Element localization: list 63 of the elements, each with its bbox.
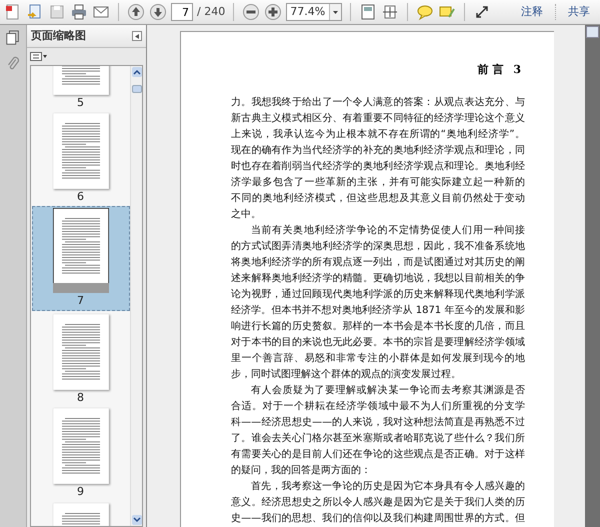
text-line: 步，同时试图理解这个群体的观点的演变发展过程。 — [231, 368, 462, 382]
text-line: 新古典主义模式相区分、有着重要不同特征的经济学理论这个意义 — [231, 112, 525, 126]
page-total: / 240 — [197, 4, 226, 20]
text-line: 里一个善言辞、易怒和非常专注的小群体是如何发展到现今的地 — [231, 352, 525, 366]
text-line: 力。我想我终于给出了一个令人满意的答案：从观点表达充分、与 — [231, 96, 525, 110]
scrollbar[interactable] — [130, 66, 142, 526]
text-line: 济学最多包含了一些革新的主张，并有可能实际建立起一种新的 — [231, 176, 525, 190]
scroll-up-icon[interactable] — [132, 67, 142, 77]
text-line: 意义。经济思想史之所以令人感兴趣是因为它是关于我们人类的历 — [231, 496, 525, 510]
text-line: 史——我们的思想、我们的信仰以及我们构建周围世界的方式。但 — [231, 512, 525, 526]
text-line: 经济学。但本书并不想对奥地利经济学从 1871 年至今的发展和影 — [231, 304, 525, 318]
options-button[interactable] — [30, 52, 47, 61]
thumbnail-page-number: 9 — [77, 485, 84, 499]
text-line: 时也存在着削弱当代经济学的奥地利经济学观点和理论。奥地利经 — [231, 160, 525, 174]
arrow-down-icon[interactable] — [149, 3, 167, 21]
panel-title: 页面缩略图 — [31, 28, 87, 44]
collapse-panel-button[interactable] — [132, 31, 142, 41]
text-line: 论为视野，通过回顾现代奥地利学派的历史来解释现代奥地利学派 — [231, 288, 525, 302]
text-line: 合适。对于一个耕耘在经济学领域中最不为人们所重视的分支学 — [231, 400, 525, 414]
thumbnail-lower-part — [52, 283, 108, 293]
text-line: 之中。 — [231, 208, 262, 222]
text-line: 响进行长篇的历史赘叙。那样的一本书会是本书长度的几倍，而且 — [231, 320, 525, 334]
caret-icon — [333, 10, 338, 14]
comment-icon[interactable] — [416, 3, 434, 21]
page-number-field[interactable]: 7 — [171, 3, 193, 21]
toolbar-text-button[interactable]: 共享 — [562, 4, 596, 20]
text-line: 的疑问，我的回答是两方面的： — [231, 464, 372, 478]
thumbnail-page-number: 6 — [77, 190, 84, 204]
thumbnail-page-number: 5 — [77, 96, 84, 110]
text-line: 首先，我考察这一争论的历史是因为它本身具有令人感兴趣的 — [251, 480, 525, 494]
pages-icon[interactable] — [5, 30, 21, 46]
text-line: 了。谁会去关心门格尔甚至米塞斯或者哈耶克说了些什么？我们所 — [231, 432, 525, 446]
text-line: 有人会质疑为了要理解或解决某一争论而去考察其渊源是否 — [251, 384, 525, 398]
thumbnail-page-number: 7 — [77, 294, 84, 308]
text-line: 当前有关奥地利经济学争论的不定情势促使人们用一种间接 — [251, 224, 525, 238]
text-line: 不同的奥地利经济模式，但这些思想及其意义目前仍然处于变动 — [231, 192, 525, 206]
triangle-left-icon — [135, 34, 139, 38]
fit-width-icon[interactable] — [381, 3, 400, 21]
text-line: 科——经济思想史——的人来说，我对这种想法简直是再熟悉不过 — [231, 416, 525, 430]
thumbnail-page-number: 8 — [77, 391, 84, 405]
text-line: 有需要关心的是目前人们还在争论的这些观点是否正确。对于这样 — [231, 448, 525, 462]
zoom-field[interactable]: 77.4% — [286, 3, 342, 21]
running-header: 前 言 — [478, 62, 504, 78]
selected-thumbnail-highlight[interactable]: 7 — [32, 206, 130, 311]
text-line: 上来说，我承认迄今为止根本就不存在所谓的“奥地利经济学”。 — [231, 128, 525, 142]
page-thumbnail[interactable] — [52, 208, 108, 284]
print-icon[interactable] — [70, 3, 88, 21]
page-number: 3 — [513, 62, 521, 78]
text-line: 将奥地利经济学的所有观点逐一列出，而是试图通过对其历史的阐 — [231, 256, 525, 270]
scroll-thumb[interactable] — [132, 85, 142, 93]
arrow-up-icon[interactable] — [127, 3, 145, 21]
scroll-down-icon[interactable] — [132, 515, 142, 525]
text-line: 对于本书的目的来说也无此必要。本书的宗旨是要理解经济学领域 — [231, 336, 525, 350]
scrollbar[interactable] — [585, 25, 600, 527]
list-icon — [30, 52, 42, 61]
text-line: 现在的确有作为当代经济学的补充的奥地利经济学观点和理论，同 — [231, 144, 525, 158]
zoom-in-icon[interactable] — [264, 3, 282, 21]
caret-icon — [43, 55, 47, 58]
zoom-out-icon[interactable] — [242, 3, 260, 21]
text-line: 的方式试图弄清奥地利经济学的深奥思想，因此，我不准备系统地 — [231, 240, 525, 254]
text-line: 述来解释奥地利经济学的精髓。更确切地说，我想以目前相关的争 — [231, 272, 525, 286]
fit-page-icon[interactable] — [359, 3, 378, 21]
toolbar-text-button[interactable]: 注释 — [515, 4, 549, 20]
